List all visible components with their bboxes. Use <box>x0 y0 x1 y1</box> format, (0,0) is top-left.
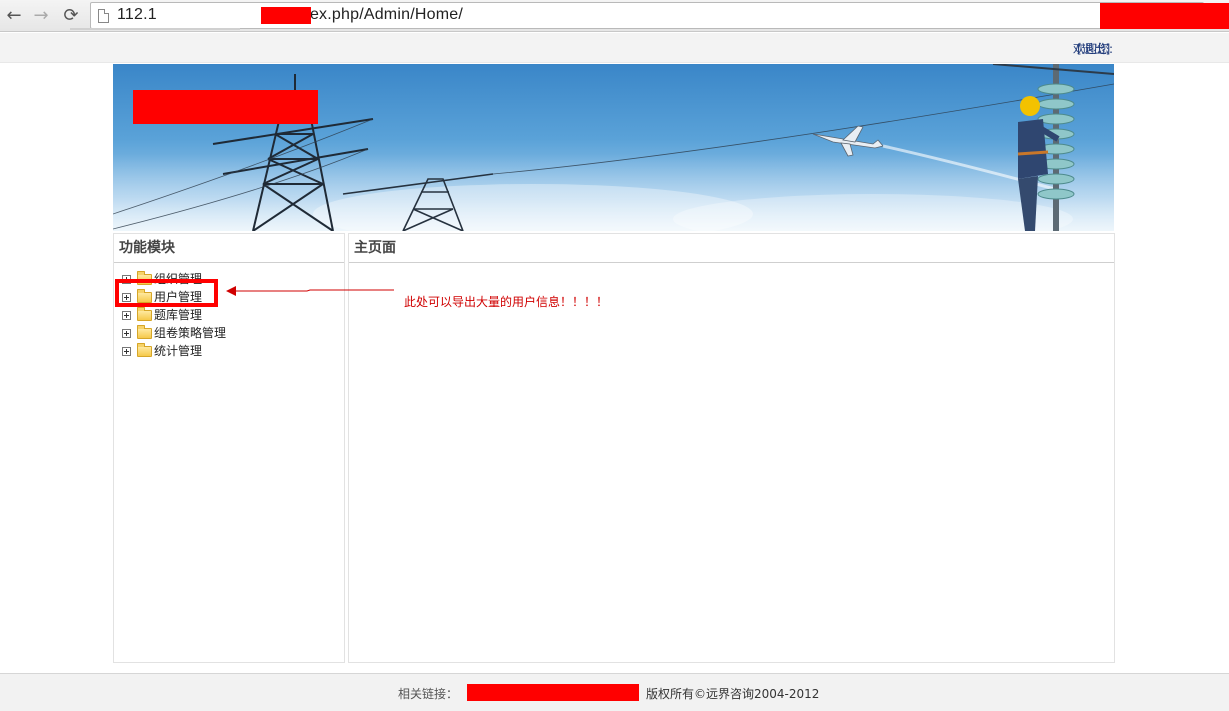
footer-link-redaction <box>467 684 639 701</box>
footer: 相关链接： 版权所有©远界咨询2004-2012 <box>0 673 1229 711</box>
back-arrow-icon[interactable]: ← <box>3 5 25 27</box>
forward-arrow-icon[interactable]: → <box>30 5 52 27</box>
expand-plus-icon[interactable] <box>122 311 131 320</box>
load-indicator <box>70 28 240 30</box>
user-strip: 欢迎您: [退出] <box>0 33 1229 63</box>
annotation-arrow-icon <box>226 286 394 296</box>
tree-item-statistics[interactable]: 统计管理 <box>122 342 226 360</box>
highlight-box <box>115 279 218 307</box>
airplane-icon <box>812 125 884 157</box>
copyright-text: 版权所有©远界咨询2004-2012 <box>646 687 820 701</box>
folder-icon <box>137 343 152 357</box>
footer-links-label: 相关链接： <box>398 687 459 701</box>
url-redaction <box>261 7 311 24</box>
annotation-text: 此处可以导出大量的用户信息！！！！ <box>404 295 609 309</box>
page-icon <box>98 9 109 23</box>
folder-icon <box>137 307 152 321</box>
browser-toolbar: ← → ⟳ 112.1 dex.php/Admin/Home/ <box>0 0 1229 32</box>
address-bar[interactable]: 112.1 dex.php/Admin/Home/ <box>90 2 1204 29</box>
expand-plus-icon[interactable] <box>122 347 131 356</box>
extension-redaction <box>1100 3 1229 29</box>
tree-item-question-bank[interactable]: 题库管理 <box>122 306 226 324</box>
folder-icon <box>137 325 152 339</box>
tree-item-label[interactable]: 统计管理 <box>154 344 202 358</box>
header-banner <box>113 64 1114 231</box>
tree-item-label[interactable]: 题库管理 <box>154 308 202 322</box>
expand-plus-icon[interactable] <box>122 329 131 338</box>
tree-item-label[interactable]: 组卷策略管理 <box>154 326 226 340</box>
logo-redaction <box>133 90 318 124</box>
reload-icon[interactable]: ⟳ <box>60 5 82 27</box>
logout-link[interactable]: [退出] <box>1077 40 1110 57</box>
tree-item-exam-strategy[interactable]: 组卷策略管理 <box>122 324 226 342</box>
sidebar-title: 功能模块 <box>114 234 344 263</box>
main-title: 主页面 <box>349 234 1114 263</box>
